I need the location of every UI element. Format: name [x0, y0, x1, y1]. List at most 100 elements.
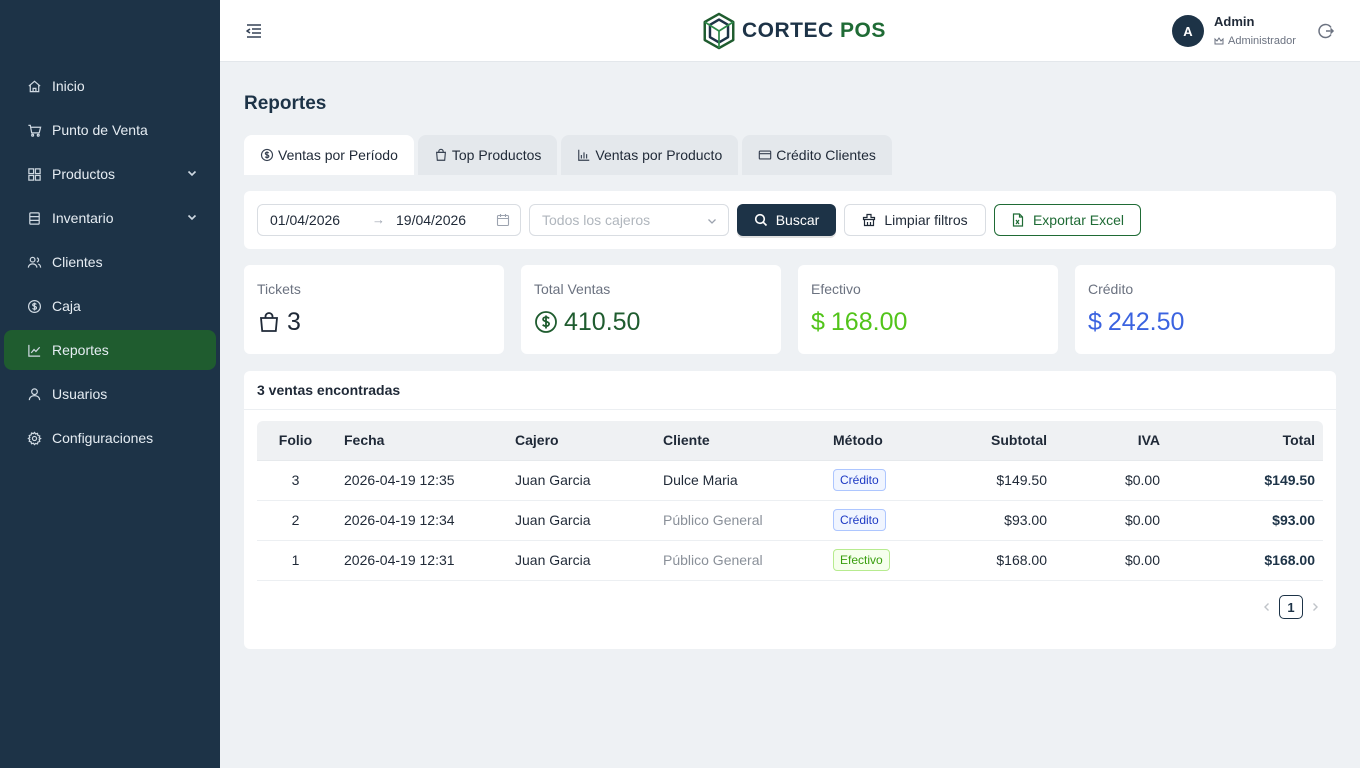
cell-total: $149.50: [1168, 460, 1323, 501]
sidebar-item-label: Configuraciones: [52, 430, 154, 446]
sidebar-item-caja[interactable]: Caja: [4, 286, 216, 326]
column-header-subtotal[interactable]: Subtotal: [934, 421, 1055, 461]
sidebar-item-productos[interactable]: Productos: [4, 154, 216, 194]
user-name: Admin: [1214, 14, 1255, 29]
tab-ventas-por-producto[interactable]: Ventas por Producto: [561, 135, 739, 175]
date-end-input[interactable]: 19/04/2026: [396, 212, 466, 228]
cell-metodo: Crédito: [833, 460, 934, 501]
report-tabs: Ventas por Período Top Productos Ventas …: [244, 135, 896, 175]
search-icon: [754, 213, 767, 227]
sidebar-nav: Inicio Punto de Venta Productos Inventar…: [0, 66, 220, 462]
shopping-bag-icon: [260, 312, 278, 332]
cell-iva: $0.00: [1055, 460, 1168, 501]
shopping-bag-icon: [435, 148, 446, 161]
tab-credito-clientes[interactable]: Crédito Clientes: [742, 135, 892, 175]
cell-subtotal: $93.00: [934, 500, 1055, 541]
sidebar-item-reportes[interactable]: Reportes: [4, 330, 216, 370]
table-row[interactable]: 1 2026-04-19 12:31 Juan Garcia Público G…: [257, 540, 1323, 581]
cell-subtotal: $168.00: [934, 540, 1055, 581]
sidebar-item-inventario[interactable]: Inventario: [4, 198, 216, 238]
bar-chart-icon: [578, 149, 590, 161]
sidebar-item-label: Productos: [52, 166, 116, 182]
sidebar-item-label: Inventario: [52, 210, 114, 226]
column-header-folio[interactable]: Folio: [257, 421, 334, 461]
cart-icon: [26, 122, 42, 138]
results-card: 3 ventas encontradas Folio Fecha Cajero …: [244, 371, 1336, 649]
sidebar-item-label: Usuarios: [52, 386, 108, 402]
cell-cajero: Juan Garcia: [515, 540, 663, 581]
brand-logo: CORTEC POS: [700, 11, 886, 51]
tab-ventas-por-periodo[interactable]: Ventas por Período: [244, 135, 414, 175]
column-header-metodo[interactable]: Método: [833, 421, 934, 461]
pagination-page[interactable]: 1: [1279, 595, 1303, 619]
grid-icon: [26, 166, 42, 182]
stat-value: $ 168.00: [811, 307, 908, 336]
cell-subtotal: $149.50: [934, 460, 1055, 501]
stat-label: Efectivo: [811, 281, 861, 297]
table-row[interactable]: 2 2026-04-19 12:34 Juan Garcia Público G…: [257, 500, 1323, 541]
filter-bar: 01/04/2026 → 19/04/2026 Todos los cajero…: [244, 191, 1336, 249]
stat-card-efectivo: Efectivo $ 168.00: [798, 265, 1058, 354]
sidebar-item-label: Reportes: [52, 342, 109, 358]
cashier-select[interactable]: Todos los cajeros: [529, 204, 729, 236]
sidebar-item-label: Punto de Venta: [52, 122, 148, 138]
stat-card-total-ventas: Total Ventas 410.50: [521, 265, 781, 354]
crown-icon: [1214, 37, 1224, 45]
sidebar-item-clientes[interactable]: Clientes: [4, 242, 216, 282]
cell-cajero: Juan Garcia: [515, 460, 663, 501]
column-header-total[interactable]: Total: [1168, 421, 1323, 461]
dollar-circle-icon: [260, 148, 274, 162]
cell-cajero: Juan Garcia: [515, 500, 663, 541]
arrow-right-icon: →: [372, 212, 385, 227]
table-row[interactable]: 3 2026-04-19 12:35 Juan Garcia Dulce Mar…: [257, 460, 1323, 501]
cell-iva: $0.00: [1055, 500, 1168, 541]
chevron-left-icon[interactable]: [1259, 599, 1275, 615]
column-header-cajero[interactable]: Cajero: [515, 421, 663, 461]
results-count: 3 ventas encontradas: [244, 371, 1336, 410]
logout-icon[interactable]: [1317, 22, 1335, 40]
payment-method-badge: Crédito: [833, 469, 886, 491]
cell-folio: 3: [257, 460, 334, 501]
payment-method-badge: Efectivo: [833, 549, 890, 571]
database-icon: [26, 210, 42, 226]
sales-table: Folio Fecha Cajero Cliente Método Subtot…: [257, 421, 1323, 581]
table-header-row: Folio Fecha Cajero Cliente Método Subtot…: [257, 421, 1323, 461]
stat-label: Total Ventas: [534, 281, 611, 297]
chevron-right-icon[interactable]: [1307, 599, 1323, 615]
user-icon: [26, 386, 42, 402]
tab-top-productos[interactable]: Top Productos: [417, 135, 558, 175]
date-range-picker[interactable]: 01/04/2026 → 19/04/2026: [257, 204, 521, 236]
stat-label: Crédito: [1088, 281, 1134, 297]
sidebar-item-label: Clientes: [52, 254, 103, 270]
cell-metodo: Crédito: [833, 500, 934, 541]
export-excel-button[interactable]: Exportar Excel: [994, 204, 1141, 236]
clear-filters-button[interactable]: Limpiar filtros: [844, 204, 986, 236]
date-start-input[interactable]: 01/04/2026: [270, 212, 340, 228]
stat-value: 3: [257, 307, 301, 337]
search-button[interactable]: Buscar: [737, 204, 836, 236]
line-chart-icon: [26, 342, 42, 358]
chevron-down-icon: [708, 219, 716, 224]
sidebar-item-punto-de-venta[interactable]: Punto de Venta: [4, 110, 216, 150]
home-icon: [26, 78, 42, 94]
column-header-cliente[interactable]: Cliente: [663, 421, 833, 461]
calendar-icon: [496, 214, 510, 227]
brand-name: CORTEC POS: [742, 19, 886, 42]
column-header-fecha[interactable]: Fecha: [334, 421, 515, 461]
avatar[interactable]: A: [1172, 15, 1204, 47]
stat-card-credito: Crédito $ 242.50: [1075, 265, 1335, 354]
sidebar-item-configuraciones[interactable]: Configuraciones: [4, 418, 216, 458]
column-header-iva[interactable]: IVA: [1055, 421, 1168, 461]
menu-fold-icon[interactable]: [244, 21, 264, 41]
page-title: Reportes: [244, 93, 327, 114]
cell-cliente: Público General: [663, 540, 833, 581]
cell-fecha: 2026-04-19 12:31: [334, 540, 515, 581]
sidebar-item-usuarios[interactable]: Usuarios: [4, 374, 216, 414]
sidebar-item-inicio[interactable]: Inicio: [4, 66, 216, 106]
cell-cliente: Público General: [663, 500, 833, 541]
logo-mark-icon: [703, 12, 735, 50]
chevron-down-icon: [187, 214, 197, 221]
clear-icon: [863, 213, 876, 227]
cell-iva: $0.00: [1055, 540, 1168, 581]
users-icon: [26, 254, 42, 270]
